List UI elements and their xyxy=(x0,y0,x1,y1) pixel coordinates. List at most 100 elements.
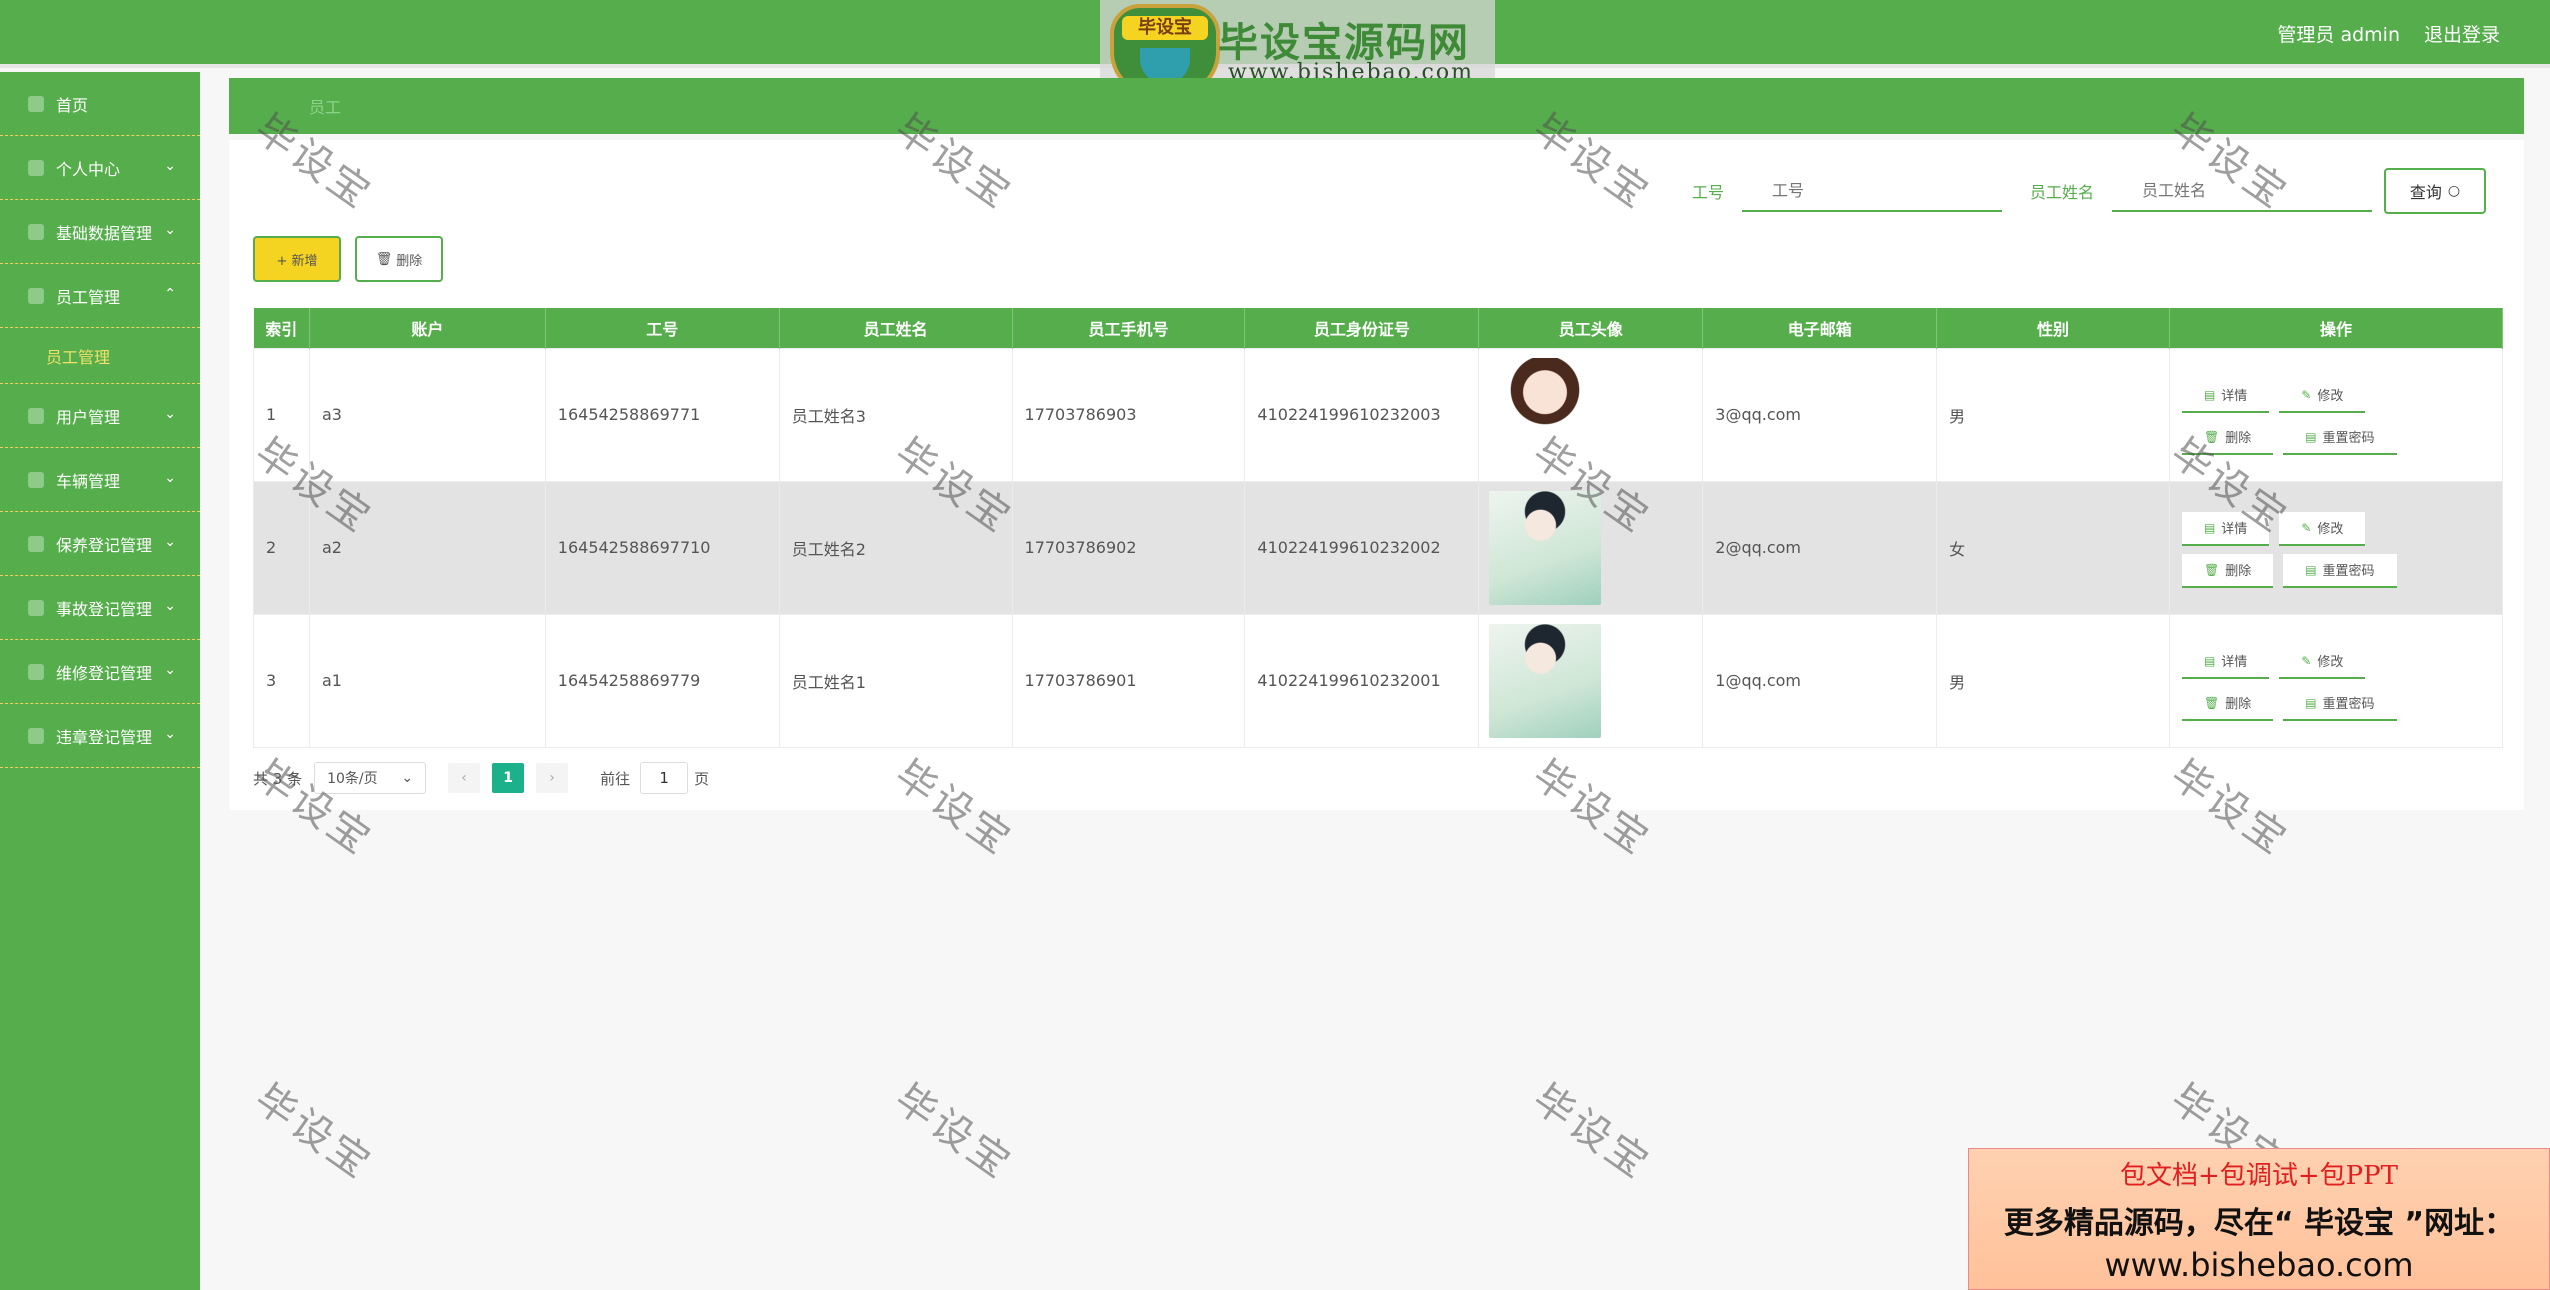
sidebar-item-home[interactable]: 首页 xyxy=(0,72,200,136)
job-no-input[interactable] xyxy=(1741,170,2002,212)
sidebar-item-accidents[interactable]: 事故登记管理 ⌄ xyxy=(0,576,200,640)
chevron-down-icon: ⌄ xyxy=(164,534,176,550)
user-icon xyxy=(28,159,44,176)
logout-button[interactable]: 退出登录 xyxy=(2424,20,2500,47)
col-header-phone[interactable]: 员工手机号 xyxy=(1012,308,1246,348)
sidebar-item-label: 保养登记管理 xyxy=(56,535,153,555)
sidebar-item-label: 维修登记管理 xyxy=(56,663,153,683)
cell-name: 员工姓名1 xyxy=(778,613,1013,748)
chevron-down-icon: ⌄ xyxy=(164,406,176,422)
cell-gender: 女 xyxy=(1936,480,2170,615)
avatar[interactable] xyxy=(1489,490,1602,605)
detail-button[interactable]: ▤ 详情 xyxy=(2181,378,2270,413)
sidebar-item-repairs[interactable]: 维修登记管理 ⌄ xyxy=(0,640,200,704)
action-toolbar: + 新增 🗑 删除 xyxy=(253,236,443,282)
cell-gender: 男 xyxy=(1936,613,2170,748)
col-header-job-no[interactable]: 工号 xyxy=(545,308,780,348)
cell-name: 员工姓名2 xyxy=(778,480,1013,615)
cell-avatar xyxy=(1478,613,1704,748)
sidebar-subitem-employee-manage[interactable]: 员工管理 xyxy=(0,328,200,384)
col-header-account[interactable]: 账户 xyxy=(309,308,546,348)
col-header-avatar[interactable]: 员工头像 xyxy=(1478,308,1704,348)
edit-button[interactable]: ✎ 修改 xyxy=(2279,644,2366,679)
batch-delete-label: 删除 xyxy=(396,253,423,269)
delete-button[interactable]: 🗑 删除 xyxy=(2181,686,2274,721)
warning-icon xyxy=(28,599,44,616)
goto-label: 前往 xyxy=(600,769,631,788)
table-row[interactable]: 3 a1 16454258869779 员工姓名1 17703786901 41… xyxy=(253,613,2504,748)
cell-account: a3 xyxy=(308,347,546,482)
edit-button[interactable]: ✎ 修改 xyxy=(2279,511,2366,546)
delete-label: 删除 xyxy=(2225,564,2252,579)
delete-label: 删除 xyxy=(2225,431,2252,446)
delete-button[interactable]: 🗑 删除 xyxy=(2181,420,2274,455)
sidebar-item-employee[interactable]: 员工管理 ⌃ xyxy=(0,264,200,328)
col-header-name[interactable]: 员工姓名 xyxy=(779,308,1013,348)
current-user: 管理员 admin xyxy=(2277,24,2400,46)
avatar[interactable] xyxy=(1489,623,1602,738)
breadcrumb-current: 员工 xyxy=(309,98,342,117)
sidebar-item-basic-data[interactable]: 基础数据管理 ⌄ xyxy=(0,200,200,264)
query-button[interactable]: 查询 ○ xyxy=(2384,168,2486,214)
col-header-email[interactable]: 电子邮箱 xyxy=(1702,308,1938,348)
document-icon: ▤ xyxy=(2203,520,2216,535)
edit-button[interactable]: ✎ 修改 xyxy=(2279,378,2366,413)
chevron-down-icon: ⌄ xyxy=(164,222,176,238)
edit-label: 修改 xyxy=(2317,655,2344,670)
cell-index: 1 xyxy=(253,347,310,482)
page-number-current[interactable]: 1 xyxy=(492,763,525,793)
sidebar-item-label: 首页 xyxy=(56,95,89,115)
detail-button[interactable]: ▤ 详情 xyxy=(2181,511,2270,546)
promo-banner[interactable]: 包文档+包调试+包PPT 更多精品源码，尽在“ 毕设宝 ”网址： www.bis… xyxy=(1968,1148,2550,1290)
watermark: 毕设宝 xyxy=(246,1075,381,1189)
cell-email: 1@qq.com xyxy=(1702,613,1938,748)
chevron-down-icon: ⌄ xyxy=(164,158,176,174)
col-header-index[interactable]: 索引 xyxy=(253,308,310,348)
cell-actions: ▤ 详情 ✎ 修改 🗑 删除 ▤ 重置密码 xyxy=(2168,347,2504,482)
sidebar-item-maintenance[interactable]: 保养登记管理 ⌄ xyxy=(0,512,200,576)
reset-password-label: 重置密码 xyxy=(2322,564,2375,579)
cell-id-card: 410224199610232003 xyxy=(1244,347,1480,482)
pencil-icon: ✎ xyxy=(2301,653,2312,668)
next-page-button[interactable]: › xyxy=(536,763,569,793)
document-icon: ▤ xyxy=(2203,387,2216,402)
sidebar-item-label: 事故登记管理 xyxy=(56,599,153,619)
cell-actions: ▤ 详情 ✎ 修改 🗑 删除 ▤ 重置密码 xyxy=(2168,480,2504,615)
avatar[interactable] xyxy=(1489,357,1602,472)
sidebar-item-vehicles[interactable]: 车辆管理 ⌄ xyxy=(0,448,200,512)
table-row[interactable]: 1 a3 16454258869771 员工姓名3 17703786903 41… xyxy=(253,347,2504,482)
goto-page-input[interactable] xyxy=(640,762,689,794)
chevron-down-icon: ⌄ xyxy=(164,470,176,486)
col-header-id-card[interactable]: 员工身份证号 xyxy=(1244,308,1480,348)
home-icon xyxy=(28,95,44,112)
cell-phone: 17703786903 xyxy=(1011,347,1246,482)
table-row[interactable]: 2 a2 16454258869771​0 员工姓名2 17703786902 … xyxy=(253,480,2504,615)
reset-password-button[interactable]: ▤ 重置密码 xyxy=(2283,420,2397,455)
pencil-icon: ✎ xyxy=(2301,387,2312,402)
top-header: 毕设宝 毕设宝源码网 www.bishebao.com 管理员 admin 退出… xyxy=(0,0,2550,102)
col-header-gender[interactable]: 性别 xyxy=(1936,308,2170,348)
detail-button[interactable]: ▤ 详情 xyxy=(2181,644,2270,679)
add-button[interactable]: + 新增 xyxy=(253,236,341,282)
cell-actions: ▤ 详情 ✎ 修改 🗑 删除 ▤ 重置密码 xyxy=(2168,613,2504,748)
cell-name: 员工姓名3 xyxy=(778,347,1013,482)
employee-icon xyxy=(28,287,44,304)
pagination: 共 3 条 10条/页 ⌄ ‹ 1 › 前往 页 xyxy=(253,762,709,794)
trash-icon: 🗑 xyxy=(2203,562,2220,577)
batch-delete-button[interactable]: 🗑 删除 xyxy=(355,236,443,282)
sidebar-item-profile[interactable]: 个人中心 ⌄ xyxy=(0,136,200,200)
cell-email: 2@qq.com xyxy=(1702,480,1938,615)
sidebar-item-users[interactable]: 用户管理 ⌄ xyxy=(0,384,200,448)
cell-gender: 男 xyxy=(1936,347,2170,482)
sidebar-item-violations[interactable]: 违章登记管理 ⌄ xyxy=(0,704,200,768)
goto-suffix: 页 xyxy=(694,769,710,788)
reset-password-button[interactable]: ▤ 重置密码 xyxy=(2283,553,2397,588)
reset-password-button[interactable]: ▤ 重置密码 xyxy=(2283,686,2397,721)
prev-page-button[interactable]: ‹ xyxy=(448,763,481,793)
delete-button[interactable]: 🗑 删除 xyxy=(2181,553,2274,588)
cell-id-card: 410224199610232002 xyxy=(1244,480,1480,615)
employee-name-input[interactable] xyxy=(2112,170,2372,212)
cell-account: a2 xyxy=(308,480,546,615)
edit-label: 修改 xyxy=(2317,389,2344,404)
page-size-select[interactable]: 10条/页 ⌄ xyxy=(314,762,427,794)
